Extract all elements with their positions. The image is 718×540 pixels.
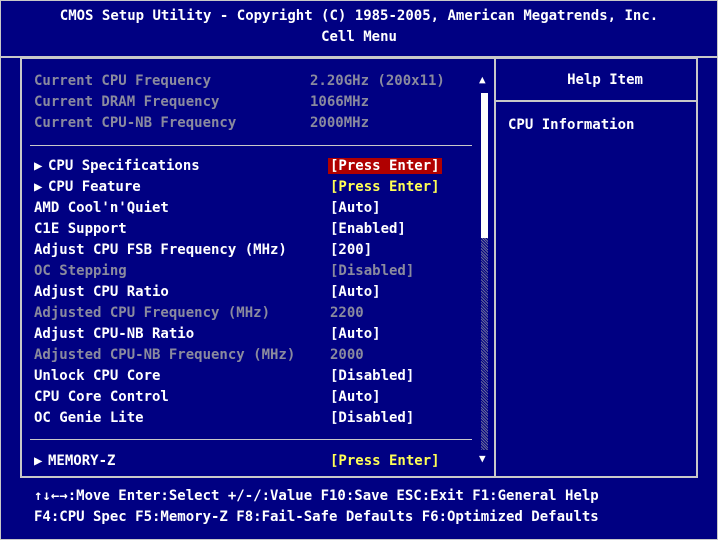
scroll-up-icon[interactable]: ▲ [479, 73, 486, 86]
menu-item-unlock-cpu-core[interactable]: Unlock CPU Core [34, 367, 160, 385]
item-label: CPU Specifications [48, 158, 200, 174]
selected-value: [Press Enter] [328, 158, 442, 174]
menu-item-cpu-specifications[interactable]: ▶ CPU Specifications [34, 157, 200, 175]
value-oc-stepping: [Disabled] [330, 263, 415, 279]
value-oc-genie-lite[interactable]: [Disabled] [330, 409, 414, 427]
menu-item-cpu-core-control[interactable]: CPU Core Control [34, 388, 169, 406]
info-dram-frequency-label: Current DRAM Frequency [34, 94, 220, 110]
right-triangle-icon: ▶ [34, 158, 43, 174]
help-title: Help Item [567, 72, 643, 88]
info-cpunb-frequency-label: Current CPU-NB Frequency [34, 115, 237, 131]
memory-divider [30, 439, 472, 440]
menu-item-memory-z[interactable]: ▶ MEMORY-Z [34, 452, 115, 470]
value-c1e-support[interactable]: [Enabled] [330, 220, 406, 238]
value-cpu-feature[interactable]: [Press Enter] [330, 178, 440, 196]
info-divider [30, 145, 472, 146]
menu-item-fsb-frequency[interactable]: Adjust CPU FSB Frequency (MHz) [34, 241, 287, 259]
info-cpunb-frequency-value: 2000MHz [310, 115, 370, 131]
header-title: CMOS Setup Utility - Copyright (C) 1985-… [59, 8, 659, 24]
right-triangle-icon: ▶ [34, 179, 43, 195]
menu-item-cpunb-ratio[interactable]: Adjust CPU-NB Ratio [34, 325, 194, 343]
value-cpu-ratio[interactable]: [Auto] [330, 283, 381, 301]
item-label: MEMORY-Z [48, 453, 116, 469]
menu-item-c1e-support[interactable]: C1E Support [34, 220, 127, 238]
header: CMOS Setup Utility - Copyright (C) 1985-… [0, 0, 718, 50]
value-cpunb-ratio[interactable]: [Auto] [330, 325, 381, 343]
footer-divider [20, 476, 698, 478]
menu-item-oc-stepping: OC Stepping [34, 263, 127, 279]
value-cpu-specifications[interactable]: [Press Enter] [328, 157, 442, 175]
item-label: CPU Feature [48, 179, 141, 195]
menu-item-amd-coolnquiet[interactable]: AMD Cool'n'Quiet [34, 199, 169, 217]
value-memory-z[interactable]: [Press Enter] [330, 452, 440, 470]
menu-item-cpu-feature[interactable]: ▶ CPU Feature [34, 178, 141, 196]
value-cpu-core-control[interactable]: [Auto] [330, 388, 381, 406]
menu-item-adjusted-cpu-frequency: Adjusted CPU Frequency (MHz) [34, 305, 271, 321]
value-adjusted-cpu-frequency: 2200 [330, 305, 364, 321]
footer-keys-line-1: ↑↓←→:Move Enter:Select +/-/:Value F10:Sa… [34, 488, 599, 504]
value-adjusted-cpunb-frequency: 2000 [330, 347, 364, 363]
value-unlock-cpu-core[interactable]: [Disabled] [330, 367, 414, 385]
info-cpu-frequency-value: 2.20GHz (200x11) [310, 73, 445, 89]
menu-title: Cell Menu [321, 29, 397, 45]
footer-keys-line-2: F4:CPU Spec F5:Memory-Z F8:Fail-Safe Def… [34, 509, 599, 525]
info-cpu-frequency-label: Current CPU Frequency [34, 73, 212, 89]
help-text: CPU Information [508, 117, 635, 133]
content-top-border [20, 57, 698, 59]
right-border [696, 57, 698, 476]
panel-divider [494, 57, 496, 476]
scroll-down-icon[interactable]: ▼ [479, 452, 486, 465]
menu-item-adjusted-cpunb-frequency: Adjusted CPU-NB Frequency (MHz) [34, 347, 296, 363]
left-border [20, 57, 22, 476]
scrollbar-track[interactable] [481, 238, 488, 450]
right-triangle-icon: ▶ [34, 453, 43, 469]
info-dram-frequency-value: 1066MHz [310, 94, 370, 110]
scrollbar-thumb[interactable] [481, 93, 488, 238]
help-title-divider [494, 100, 698, 102]
value-amd-coolnquiet[interactable]: [Auto] [330, 199, 381, 217]
value-fsb-frequency[interactable]: [200] [330, 241, 372, 259]
menu-item-oc-genie-lite[interactable]: OC Genie Lite [34, 409, 144, 427]
menu-item-cpu-ratio[interactable]: Adjust CPU Ratio [34, 283, 169, 301]
